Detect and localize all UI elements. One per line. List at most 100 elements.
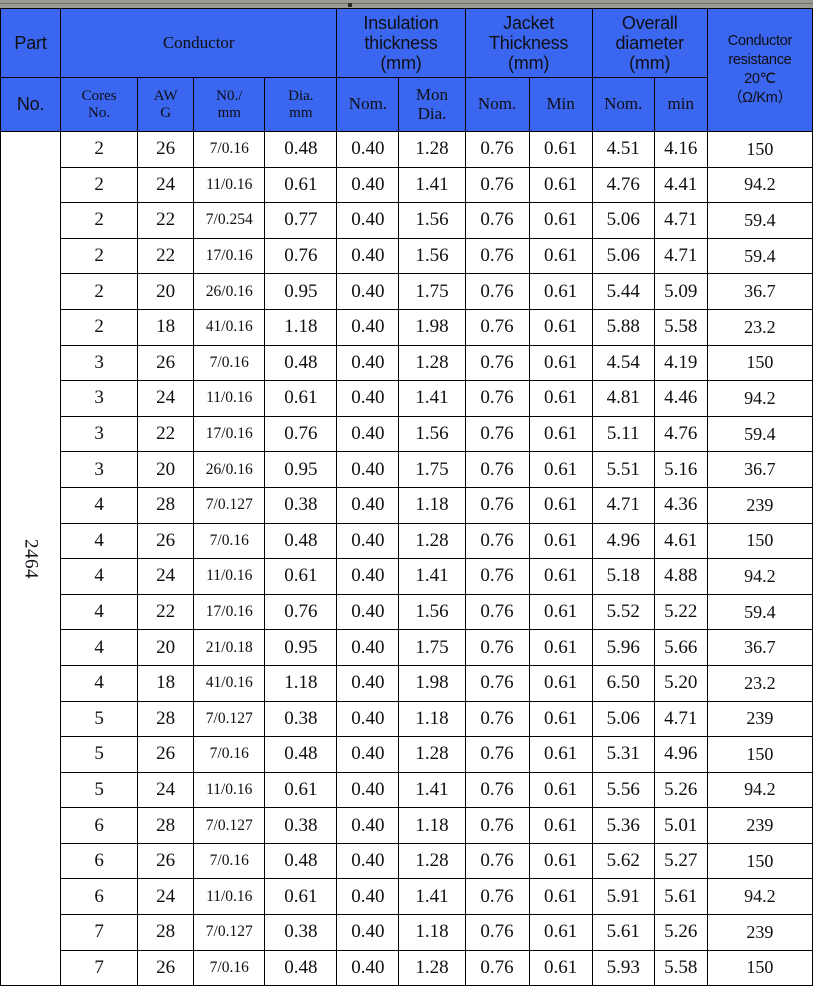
- cell-dia-mm: 0.95: [264, 273, 338, 310]
- cell-dia-mm: 0.48: [264, 522, 338, 560]
- table-row: 4 20 21/0.18 0.95 0.40 1.75 0.76 0.61 5.96 5.66 36…: [1, 629, 813, 666]
- cell-overall-nom: 4.81: [591, 380, 655, 417]
- cell-dia-mm: 0.38: [264, 914, 338, 951]
- cores-line-2: No.: [88, 104, 111, 121]
- cell-jacket-nom: 0.76: [464, 131, 530, 168]
- cell-insulation-nom: 0.40: [336, 842, 400, 880]
- cell-insulation-mon-dia: 1.56: [398, 237, 466, 275]
- cell-insulation-nom: 0.40: [336, 949, 400, 986]
- cell-awg: 24: [137, 878, 195, 916]
- cell-jacket-min: 0.61: [528, 914, 593, 951]
- header-insulation-nom: Nom.: [336, 77, 400, 132]
- table-row: 6 28 7/0.127 0.38 0.40 1.18 0.76 0.61 5.36 5.01 23…: [1, 807, 813, 844]
- cell-no-per-mm: 41/0.16: [193, 308, 266, 346]
- header-group-conductor: Conductor: [60, 8, 338, 78]
- cell-no-per-mm: 21/0.18: [193, 629, 266, 666]
- cell-cores-no: 2: [60, 237, 139, 275]
- cell-awg: 22: [137, 237, 195, 275]
- cell-cores-no: 4: [60, 486, 139, 524]
- table-row: 2 24 11/0.16 0.61 0.40 1.41 0.76 0.61 4.76 4.41 94…: [1, 166, 813, 204]
- cell-overall-nom: 5.31: [591, 736, 655, 773]
- cell-jacket-min: 0.61: [528, 736, 593, 773]
- cell-awg: 22: [137, 202, 195, 239]
- awg-line-1: AW: [153, 87, 178, 104]
- dia-line-1: Dia.: [288, 87, 314, 104]
- cell-awg: 20: [137, 451, 195, 488]
- cell-awg: 28: [137, 914, 195, 951]
- cell-conductor-resistance: 59.4: [706, 593, 813, 631]
- table-row: 3 20 26/0.16 0.95 0.40 1.75 0.76 0.61 5.51 5.16 36…: [1, 451, 813, 488]
- cell-jacket-nom: 0.76: [464, 202, 530, 239]
- header-jacket-min: Min: [528, 77, 593, 132]
- no-mm-line-2: mm: [217, 104, 241, 121]
- cell-insulation-mon-dia: 1.41: [398, 878, 466, 916]
- cell-conductor-resistance: 239: [706, 914, 813, 951]
- header-jacket-nom: Nom.: [464, 77, 530, 132]
- cell-overall-min: 5.16: [653, 451, 708, 488]
- cell-conductor-resistance: 94.2: [706, 771, 813, 809]
- header-group-overall-diameter: Overall diameter (mm): [591, 8, 708, 78]
- overall-line-3: (mm): [629, 53, 671, 74]
- cell-conductor-resistance: 150: [706, 736, 813, 773]
- cell-no-per-mm: 17/0.16: [193, 415, 266, 453]
- cell-jacket-min: 0.61: [528, 878, 593, 916]
- cell-awg: 28: [137, 486, 195, 524]
- cell-overall-min: 5.26: [653, 771, 708, 809]
- cell-conductor-resistance: 36.7: [706, 629, 813, 666]
- cell-no-per-mm: 7/0.127: [193, 486, 266, 524]
- cell-jacket-nom: 0.76: [464, 380, 530, 417]
- cell-overall-min: 5.20: [653, 664, 708, 702]
- cell-cores-no: 2: [60, 273, 139, 310]
- table-row: 2 18 41/0.16 1.18 0.40 1.98 0.76 0.61 5.88 5.58 23…: [1, 308, 813, 346]
- cell-dia-mm: 0.61: [264, 558, 338, 595]
- cell-awg: 26: [137, 522, 195, 560]
- header-row-subcolumns: No. Cores No. AW G N0./ mm Dia. mm Nom.: [0, 77, 813, 132]
- cell-overall-min: 4.61: [653, 522, 708, 560]
- dia-line-2: mm: [289, 104, 313, 121]
- part-no-rotated-label: 2464: [20, 538, 42, 579]
- cell-insulation-nom: 0.40: [336, 736, 400, 773]
- table-row: 6 24 11/0.16 0.61 0.40 1.41 0.76 0.61 5.91 5.61 94…: [1, 878, 813, 916]
- cell-cores-no: 4: [60, 664, 139, 702]
- table-row: 4 18 41/0.16 1.18 0.40 1.98 0.76 0.61 6.50 5.20 23…: [1, 664, 813, 702]
- table-row: 3 24 11/0.16 0.61 0.40 1.41 0.76 0.61 4.81 4.46 94…: [1, 380, 813, 417]
- header-group-jacket-thickness: Jacket Thickness (mm): [464, 8, 593, 78]
- cores-line-1: Cores: [81, 87, 117, 104]
- cell-insulation-nom: 0.40: [336, 558, 400, 595]
- no-mm-line-1: N0./: [216, 87, 243, 104]
- cell-jacket-min: 0.61: [528, 771, 593, 809]
- cell-insulation-nom: 0.40: [336, 308, 400, 346]
- table-row: 3 22 17/0.16 0.76 0.40 1.56 0.76 0.61 5.11 4.76 59…: [1, 415, 813, 453]
- cell-no-per-mm: 7/0.16: [193, 736, 266, 773]
- cell-insulation-nom: 0.40: [336, 522, 400, 560]
- cell-jacket-min: 0.61: [528, 593, 593, 631]
- header-part-no-top: Part: [0, 8, 62, 78]
- awg-line-2: G: [160, 104, 172, 121]
- cell-jacket-nom: 0.76: [464, 700, 530, 738]
- header-no-per-mm: N0./ mm: [193, 77, 266, 132]
- cell-no-per-mm: 7/0.127: [193, 700, 266, 738]
- cell-jacket-min: 0.61: [528, 486, 593, 524]
- insulation-line-3: (mm): [380, 53, 422, 74]
- cell-insulation-nom: 0.40: [336, 451, 400, 488]
- cell-jacket-min: 0.61: [528, 380, 593, 417]
- cell-overall-nom: 5.51: [591, 451, 655, 488]
- cell-awg: 26: [137, 949, 195, 986]
- cell-cores-no: 5: [60, 700, 139, 738]
- cell-jacket-nom: 0.76: [464, 486, 530, 524]
- cell-insulation-nom: 0.40: [336, 914, 400, 951]
- cell-awg: 26: [137, 736, 195, 773]
- cell-dia-mm: 0.77: [264, 202, 338, 239]
- cell-no-per-mm: 17/0.16: [193, 237, 266, 275]
- cell-overall-nom: 5.06: [591, 202, 655, 239]
- header-dia-mm: Dia. mm: [264, 77, 338, 132]
- cell-insulation-nom: 0.40: [336, 664, 400, 702]
- cell-overall-min: 5.58: [653, 949, 708, 986]
- cell-jacket-nom: 0.76: [464, 878, 530, 916]
- cell-insulation-nom: 0.40: [336, 629, 400, 666]
- cell-insulation-mon-dia: 1.18: [398, 700, 466, 738]
- cable-specification-table: Part Conductor Insulation thickness (mm)…: [0, 8, 813, 986]
- cell-dia-mm: 0.61: [264, 380, 338, 417]
- resistance-line-2: resistance: [728, 51, 792, 68]
- cell-no-per-mm: 26/0.16: [193, 451, 266, 488]
